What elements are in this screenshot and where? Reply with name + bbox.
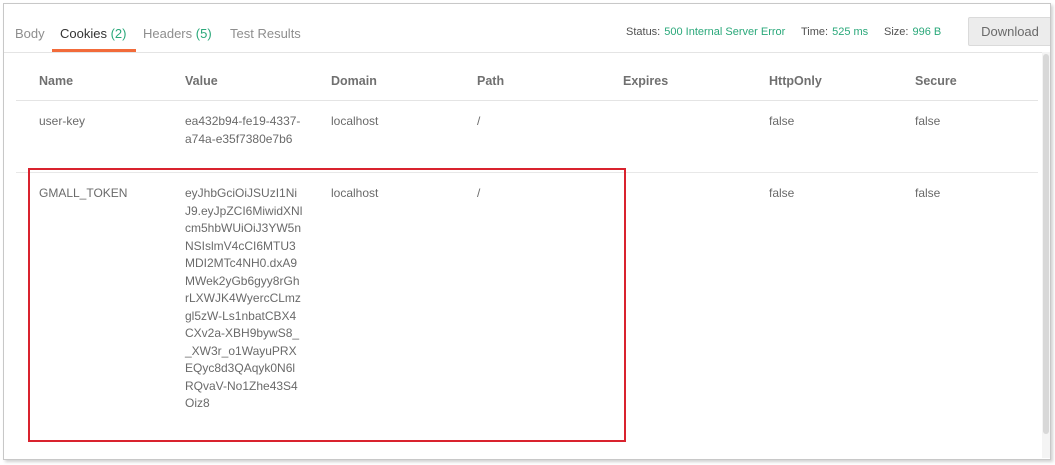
column-header-secure: Secure bbox=[915, 74, 957, 88]
cookies-table-header: Name Value Domain Path Expires HttpOnly … bbox=[16, 52, 1038, 101]
response-tabs-bar: Body Cookies (2) Headers (5) Test Result… bbox=[4, 4, 1050, 53]
highlight-box bbox=[28, 168, 626, 442]
cookie-value: eyJhbGciOiJSUzI1NiJ9.eyJpZCI6MiwidXNlcm5… bbox=[185, 186, 303, 410]
cookie-secure: false bbox=[915, 186, 941, 200]
tab-headers-count: (5) bbox=[195, 26, 212, 41]
cookie-value: ea432b94-fe19-4337-a74a-e35f7380e7b6 bbox=[185, 114, 301, 146]
time-value: 525 ms bbox=[832, 26, 869, 38]
cookie-httponly: false bbox=[769, 186, 795, 200]
scrollbar-thumb[interactable] bbox=[1043, 54, 1049, 434]
row-divider bbox=[16, 172, 1038, 173]
size-label: Size: bbox=[884, 26, 909, 38]
tab-cookies[interactable]: Cookies (2) bbox=[60, 26, 126, 41]
tab-headers[interactable]: Headers (5) bbox=[143, 26, 212, 41]
cookie-httponly: false bbox=[769, 114, 795, 128]
cookie-secure: false bbox=[915, 114, 941, 128]
response-status: Status: 500 Internal Server Error bbox=[626, 26, 785, 38]
cookie-name: GMALL_TOKEN bbox=[39, 186, 128, 200]
column-header-expires: Expires bbox=[623, 74, 669, 88]
tab-body[interactable]: Body bbox=[15, 26, 45, 41]
column-header-path: Path bbox=[477, 74, 505, 88]
response-panel: Body Cookies (2) Headers (5) Test Result… bbox=[3, 3, 1051, 460]
tab-cookies-label: Cookies bbox=[60, 26, 107, 41]
vertical-scrollbar[interactable] bbox=[1042, 52, 1050, 458]
size-value: 996 B bbox=[912, 26, 942, 38]
tab-test-results-label: Test Results bbox=[230, 26, 301, 41]
column-header-domain: Domain bbox=[331, 74, 377, 88]
tab-cookies-count: (2) bbox=[110, 26, 127, 41]
response-time: Time: 525 ms bbox=[801, 26, 868, 38]
cookie-domain: localhost bbox=[331, 114, 379, 128]
download-button[interactable]: Download bbox=[968, 17, 1050, 46]
column-header-name: Name bbox=[39, 74, 74, 88]
cookie-path: / bbox=[477, 114, 481, 128]
time-label: Time: bbox=[801, 26, 829, 38]
status-value: 500 Internal Server Error bbox=[664, 26, 786, 38]
tab-headers-label: Headers bbox=[143, 26, 193, 41]
response-size: Size: 996 B bbox=[884, 26, 941, 38]
cookie-path: / bbox=[477, 186, 481, 200]
column-header-httponly: HttpOnly bbox=[769, 74, 822, 88]
tab-body-label: Body bbox=[15, 26, 45, 41]
column-header-value: Value bbox=[185, 74, 218, 88]
tab-test-results[interactable]: Test Results bbox=[230, 26, 301, 41]
status-label: Status: bbox=[626, 26, 661, 38]
cookie-name: user-key bbox=[39, 114, 86, 128]
cookie-domain: localhost bbox=[331, 186, 379, 200]
